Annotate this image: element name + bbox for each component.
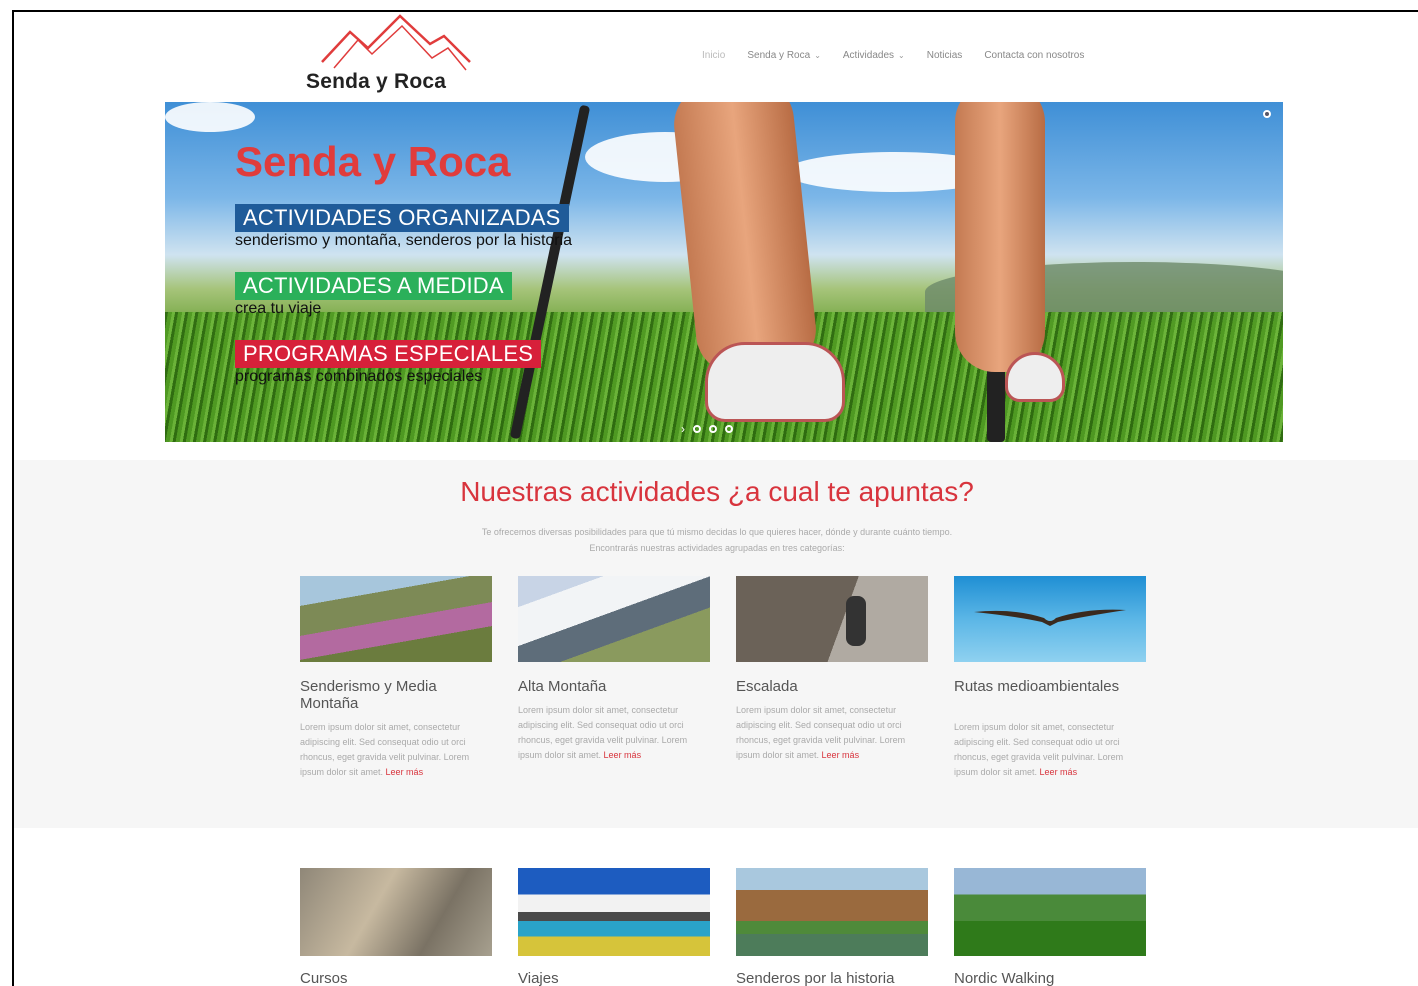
card-text: Lorem ipsum dolor sit amet, consectetur …: [954, 722, 1124, 777]
card-body: Lorem ipsum dolor sit amet, consectetur …: [300, 720, 492, 780]
activity-card-escalada: Escalada Lorem ipsum dolor sit amet, con…: [736, 576, 928, 780]
chevron-down-icon: ⌄: [814, 51, 821, 60]
activity-card-nordic: Nordic Walking: [954, 868, 1146, 986]
section-description: Te ofrecemos diversas posibilidades para…: [14, 524, 1418, 556]
hero-title: Senda y Roca: [235, 138, 511, 185]
chevron-right-icon[interactable]: ›: [681, 422, 685, 436]
activity-card-viajes: Viajes: [518, 868, 710, 986]
eagle-icon: [974, 609, 1126, 626]
card-title[interactable]: Rutas medioambientales: [954, 678, 1146, 712]
description-line: Encontrarás nuestras actividades agrupad…: [589, 543, 845, 553]
site-logo[interactable]: Senda y Roca: [302, 14, 482, 100]
card-title[interactable]: Viajes: [518, 970, 710, 986]
more-activity-cards: Cursos Viajes Senderos por la historia N…: [300, 868, 1146, 986]
activity-card-rutas: Rutas medioambientales Lorem ipsum dolor…: [954, 576, 1146, 780]
escalada-image[interactable]: [736, 576, 928, 662]
read-more-link[interactable]: Leer más: [822, 750, 860, 760]
card-text: Lorem ipsum dolor sit amet, consectetur …: [300, 722, 470, 777]
card-text: Lorem ipsum dolor sit amet, consectetur …: [736, 705, 906, 760]
logo-text: Senda y Roca: [306, 70, 447, 93]
chevron-down-icon: ⌄: [898, 51, 905, 60]
activities-section: Nuestras actividades ¿a cual te apuntas?…: [14, 460, 1418, 828]
hero-tag-organizadas[interactable]: ACTIVIDADES ORGANIZADAS: [235, 204, 569, 232]
climber-figure: [846, 596, 866, 646]
description-line: Te ofrecemos diversas posibilidades para…: [481, 527, 953, 537]
page-frame: Senda y Roca Inicio Senda y Roca ⌄ Activi…: [12, 10, 1418, 986]
hero-slider[interactable]: Senda y Roca ACTIVIDADES ORGANIZADAS sen…: [165, 102, 1283, 442]
nav-label: Actividades: [842, 50, 895, 61]
activity-card-senderismo: Senderismo y Media Montaña Lorem ipsum d…: [300, 576, 492, 780]
cloud-shape: [165, 102, 255, 132]
card-title[interactable]: Senderismo y Media Montaña: [300, 678, 492, 712]
nav-label: Contacta con nosotros: [984, 50, 1085, 61]
slider-dot[interactable]: [693, 425, 701, 433]
nav-label: Noticias: [926, 50, 963, 61]
senderos-image[interactable]: [736, 868, 928, 956]
alta-montana-image[interactable]: [518, 576, 710, 662]
slider-dot[interactable]: [725, 425, 733, 433]
mountain-logo-icon: [321, 14, 471, 71]
card-title[interactable]: Cursos: [300, 970, 492, 986]
site-header: Senda y Roca Inicio Senda y Roca ⌄ Activi…: [14, 12, 1418, 102]
activity-card-senderos: Senderos por la historia: [736, 868, 928, 986]
nordic-walking-image[interactable]: [954, 868, 1146, 956]
read-more-link[interactable]: Leer más: [1040, 767, 1078, 777]
cursos-image[interactable]: [300, 868, 492, 956]
hero-subtitle-medida: crea tu viaje: [235, 300, 322, 317]
nav-item-senda-y-roca[interactable]: Senda y Roca ⌄: [747, 50, 821, 61]
card-title[interactable]: Nordic Walking: [954, 970, 1146, 986]
nav-item-contacta[interactable]: Contacta con nosotros: [984, 50, 1084, 61]
card-body: Lorem ipsum dolor sit amet, consectetur …: [736, 703, 928, 763]
nav-label: Inicio: [702, 50, 726, 61]
main-nav: Inicio Senda y Roca ⌄ Actividades ⌄ Notici…: [702, 50, 1084, 61]
hero-tag-especiales[interactable]: PROGRAMAS ESPECIALES: [235, 340, 542, 368]
nav-item-noticias[interactable]: Noticias: [927, 50, 963, 61]
nav-item-inicio[interactable]: Inicio: [702, 50, 725, 61]
nav-item-actividades[interactable]: Actividades ⌄: [843, 50, 905, 61]
section-title: Nuestras actividades ¿a cual te apuntas?: [460, 476, 974, 507]
hero-subtitle-organizadas: senderismo y montaña, senderos por la hi…: [235, 232, 573, 249]
viajes-image[interactable]: [518, 868, 710, 956]
card-body: Lorem ipsum dolor sit amet, consectetur …: [954, 720, 1146, 780]
hero-subtitle-especiales: programas combinados especiales: [235, 368, 483, 385]
card-text: Lorem ipsum dolor sit amet, consectetur …: [518, 705, 688, 760]
hiker-shoe: [705, 342, 845, 422]
slider-control-dot[interactable]: [1263, 110, 1271, 118]
rutas-image[interactable]: [954, 576, 1146, 662]
card-body: Lorem ipsum dolor sit amet, consectetur …: [518, 703, 710, 763]
slider-pagination: ›: [681, 422, 733, 436]
activity-card-alta-montana: Alta Montaña Lorem ipsum dolor sit amet,…: [518, 576, 710, 780]
card-title[interactable]: Senderos por la historia: [736, 970, 928, 986]
more-activities-section: Cursos Viajes Senderos por la historia N…: [14, 868, 1418, 986]
slider-dot[interactable]: [709, 425, 717, 433]
read-more-link[interactable]: Leer más: [386, 767, 424, 777]
activity-card-cursos: Cursos: [300, 868, 492, 986]
hiker-leg: [955, 102, 1045, 372]
read-more-link[interactable]: Leer más: [604, 750, 642, 760]
activity-cards: Senderismo y Media Montaña Lorem ipsum d…: [300, 576, 1146, 780]
senderismo-image[interactable]: [300, 576, 492, 662]
nav-label: Senda y Roca: [747, 50, 811, 61]
hero-tag-medida[interactable]: ACTIVIDADES A MEDIDA: [235, 272, 512, 300]
